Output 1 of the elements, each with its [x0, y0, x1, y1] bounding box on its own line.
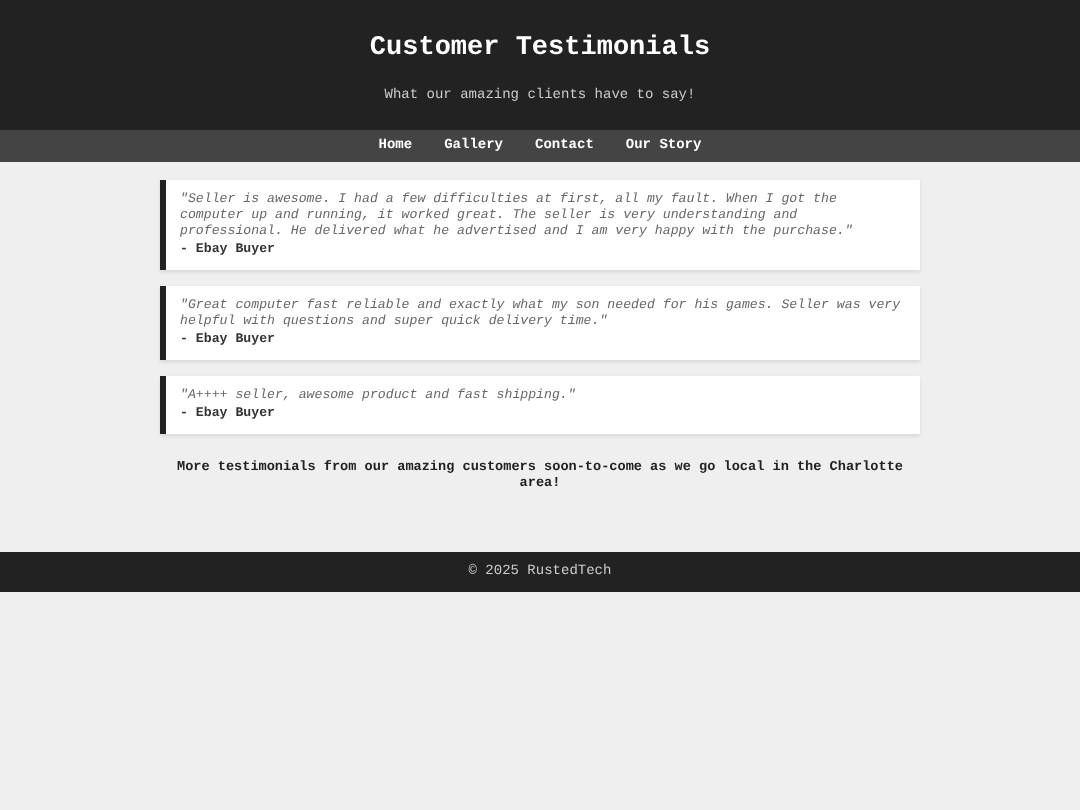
page-title: Customer Testimonials — [369, 32, 711, 68]
